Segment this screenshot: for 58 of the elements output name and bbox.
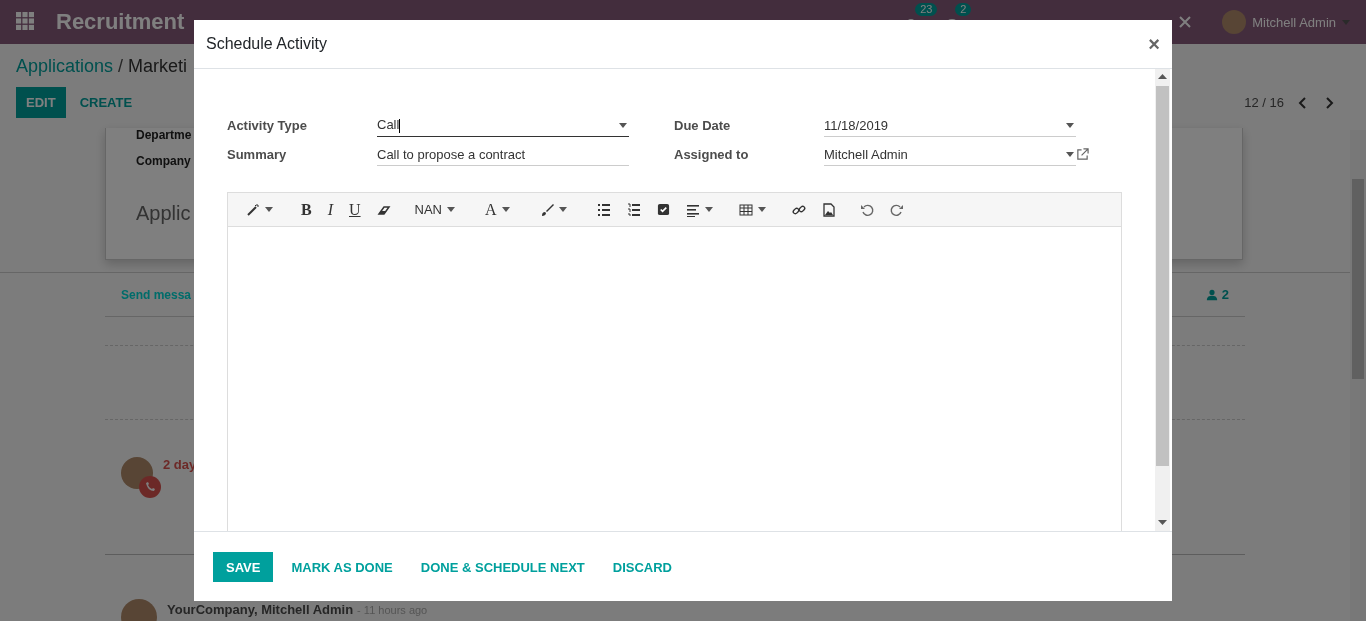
breadcrumb-current: Marketi (128, 56, 188, 77)
input-field[interactable]: Mitchell Admin (824, 143, 1076, 166)
field-label: Due Date (674, 118, 732, 133)
field-label: Company (136, 154, 191, 168)
person-icon (1205, 288, 1218, 301)
discard-button[interactable]: DISCARD (599, 551, 685, 582)
undo-icon (859, 202, 874, 217)
scroll-down-icon[interactable] (1158, 520, 1167, 525)
caret-icon (558, 207, 567, 212)
numbered-list-icon (626, 202, 641, 217)
brush-icon (539, 202, 554, 217)
format-button[interactable]: I (319, 196, 341, 223)
table-icon (738, 202, 753, 217)
magic-wand-icon (246, 202, 260, 217)
format-button[interactable]: B (293, 196, 320, 223)
caret-icon (704, 207, 713, 212)
input-field[interactable]: Call (377, 114, 629, 137)
message-author: YourCompany, Mitchell Admin (167, 602, 354, 617)
font-color-dropdown[interactable]: A (477, 196, 520, 223)
caret-icon (757, 207, 766, 212)
caret-icon (1066, 151, 1074, 157)
input-field[interactable]: 11/18/2019 (824, 114, 1076, 137)
caret-icon (1342, 19, 1350, 25)
link-icon (791, 202, 806, 217)
apps-grid-icon (16, 11, 34, 30)
dialog-title: Schedule Activity (206, 35, 327, 53)
save-button[interactable]: SAVE (213, 551, 274, 582)
close-button[interactable]: × (1148, 32, 1160, 56)
message-count-badge: 2 (955, 3, 972, 16)
user-name[interactable]: Mitchell Admin (1252, 14, 1336, 30)
activity-count-badge: 23 (915, 3, 938, 16)
pager-counter: 12 / 16 (1244, 95, 1284, 110)
align-icon (685, 202, 700, 217)
scroll-up-icon[interactable] (1158, 74, 1167, 79)
caret-icon (265, 207, 273, 212)
scrollbar[interactable] (1155, 69, 1170, 531)
field-label: Assigned to (674, 147, 750, 162)
caret-icon (447, 207, 455, 212)
phone-badge-icon (139, 476, 161, 498)
caret-icon (501, 207, 510, 212)
breadcrumb-separator: / (118, 56, 124, 77)
schedule-next-button[interactable]: DONE & SCHEDULE NEXT (407, 551, 598, 582)
mark-done-button[interactable]: MARK AS DONE (278, 551, 406, 582)
format-button[interactable]: U (341, 196, 369, 223)
field-label: Summary (227, 147, 288, 162)
scrollbar[interactable] (1350, 130, 1366, 621)
bullet-list-icon (596, 202, 611, 217)
field-label: Activity Type (227, 118, 308, 133)
app-title: Recruitment (56, 9, 185, 35)
input-field[interactable]: Call to propose a contract (377, 143, 629, 166)
rich-text-editor[interactable]: B I U NAN A (227, 192, 1122, 531)
redo-icon (889, 202, 904, 217)
field-label: Departme (136, 128, 192, 142)
checkbox-icon (656, 203, 670, 216)
section-title: Applic (136, 202, 191, 224)
external-link-icon (1076, 148, 1089, 161)
image-icon (821, 202, 836, 217)
font-size-dropdown[interactable]: NAN (406, 196, 465, 223)
